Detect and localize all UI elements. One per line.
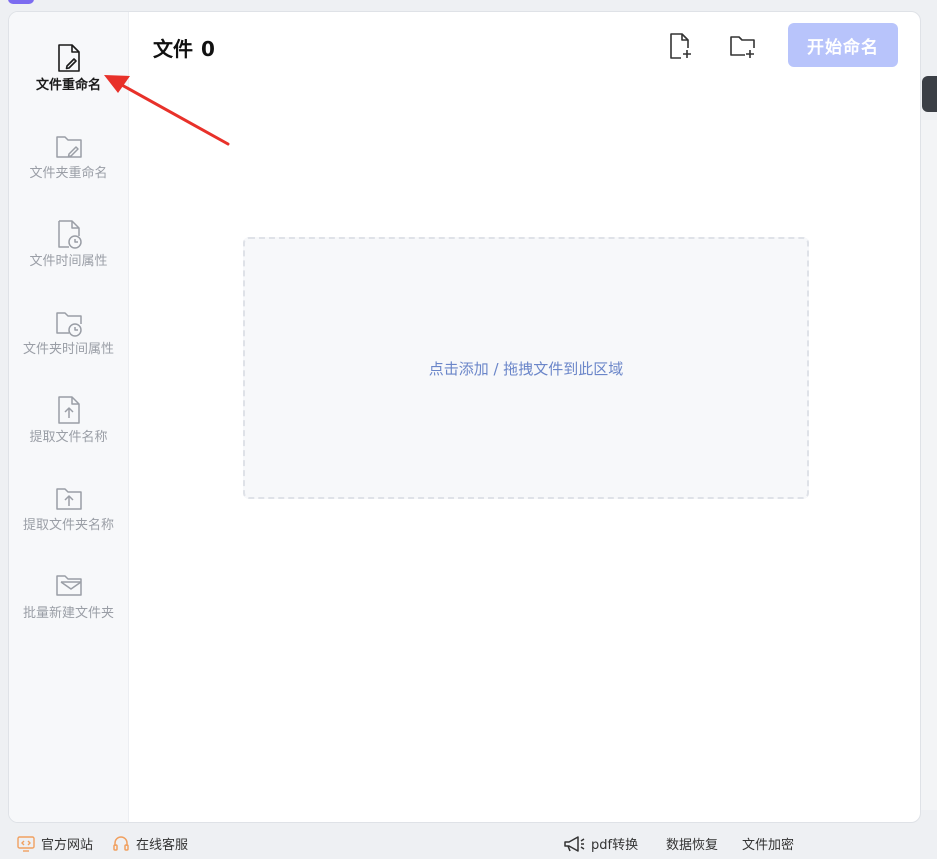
online-service-label: 在线客服 — [136, 838, 189, 853]
file-count: 0 — [201, 37, 215, 61]
sidebar-item-file-time[interactable]: 文件时间属性 — [9, 218, 128, 288]
data-recovery-label: 数据恢复 — [666, 838, 719, 853]
add-file-button[interactable] — [665, 31, 695, 61]
megaphone-icon — [564, 835, 585, 852]
file-encrypt-link[interactable]: 文件加密 — [742, 834, 794, 853]
pdf-convert-link[interactable]: pdf转换 — [563, 834, 638, 853]
folder-clock-icon — [54, 306, 84, 338]
sidebar-item-label: 提取文件名称 — [29, 430, 108, 445]
sidebar-item-folder-time[interactable]: 文件夹时间属性 — [9, 306, 128, 376]
title-text: 文件 — [153, 37, 193, 61]
sidebar-item-file-rename[interactable]: 文件重命名 — [9, 42, 128, 112]
page-title: 文件 0 — [153, 33, 215, 62]
right-edge-panel — [921, 120, 937, 810]
sidebar: 文件重命名 文件夹重命名 文件时间属性 文件夹时间属性 提取文件名称 提取文件夹… — [9, 12, 129, 822]
file-upload-icon — [54, 394, 84, 426]
sidebar-item-folder-rename[interactable]: 文件夹重命名 — [9, 130, 128, 200]
sidebar-item-extract-file-name[interactable]: 提取文件名称 — [9, 394, 128, 464]
folder-mail-icon — [54, 570, 84, 602]
sidebar-item-batch-new-folder[interactable]: 批量新建文件夹 — [9, 570, 128, 640]
folder-edit-icon — [54, 130, 84, 162]
file-encrypt-label: 文件加密 — [742, 838, 795, 853]
sidebar-item-label: 文件夹时间属性 — [22, 342, 114, 357]
main-window: 文件重命名 文件夹重命名 文件时间属性 文件夹时间属性 提取文件名称 提取文件夹… — [8, 11, 921, 823]
file-clock-icon — [54, 218, 84, 250]
side-panel-tab[interactable] — [922, 76, 937, 112]
online-service-link[interactable]: 在线客服 — [112, 834, 188, 853]
add-folder-button[interactable] — [728, 31, 758, 61]
sidebar-item-label: 文件时间属性 — [29, 254, 108, 269]
sidebar-item-label: 文件重命名 — [35, 78, 101, 93]
official-site-label: 官方网站 — [41, 838, 94, 853]
sidebar-item-label: 文件夹重命名 — [29, 166, 108, 181]
file-edit-icon — [54, 42, 84, 74]
folder-upload-icon — [54, 482, 84, 514]
drop-zone[interactable]: 点击添加 / 拖拽文件到此区域 — [243, 237, 809, 499]
app-logo — [8, 0, 34, 4]
sidebar-item-extract-folder-name[interactable]: 提取文件夹名称 — [9, 482, 128, 552]
pdf-convert-label: pdf转换 — [591, 838, 639, 853]
sidebar-item-label: 批量新建文件夹 — [22, 606, 114, 621]
footer-bar: 官方网站 在线客服 pdf转换 数据恢复 文件加密 — [0, 826, 937, 859]
sidebar-item-label: 提取文件夹名称 — [22, 518, 114, 533]
headset-icon — [113, 835, 129, 851]
data-recovery-link[interactable]: 数据恢复 — [666, 834, 718, 853]
official-site-link[interactable]: 官方网站 — [17, 834, 93, 853]
file-plus-icon — [670, 33, 691, 59]
start-rename-button[interactable]: 开始命名 — [788, 23, 898, 67]
folder-plus-icon — [730, 36, 755, 58]
drop-zone-hint: 点击添加 / 拖拽文件到此区域 — [428, 359, 624, 378]
monitor-icon — [17, 835, 35, 852]
